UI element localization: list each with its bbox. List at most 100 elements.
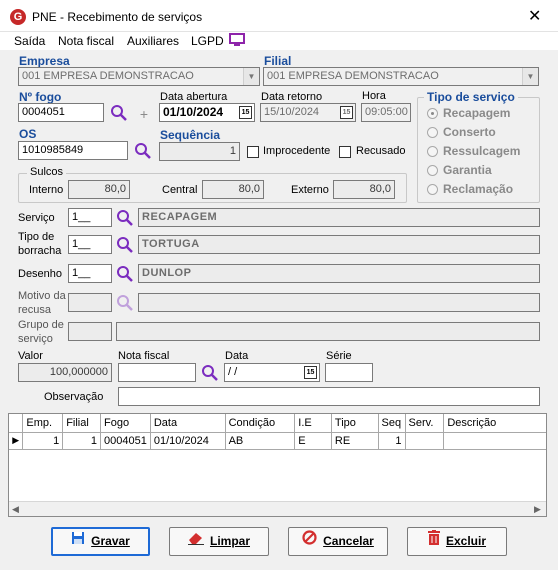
col-fogo[interactable]: Fogo: [100, 414, 151, 433]
close-icon[interactable]: ✕: [528, 6, 541, 26]
col-tipo[interactable]: Tipo: [331, 414, 379, 433]
radio-recapagem[interactable]: Recapagem: [427, 106, 537, 121]
radio-garantia[interactable]: Garantia: [427, 163, 537, 178]
desenho-code-input[interactable]: 1__: [68, 264, 112, 283]
search-icon[interactable]: [116, 209, 134, 227]
menu-bar: Saída Nota fiscal Auxiliares LGPD: [0, 32, 558, 50]
desenho-label: Desenho: [18, 268, 63, 280]
trash-icon: [427, 528, 440, 555]
col-data[interactable]: Data: [150, 414, 226, 433]
motivo-desc: [138, 293, 540, 312]
cell-condicao: AB: [225, 432, 296, 450]
excluir-button[interactable]: Excluir: [407, 527, 507, 556]
grupo-code-input: [68, 322, 112, 341]
scroll-left-icon[interactable]: ◀: [12, 504, 19, 515]
search-icon[interactable]: [201, 364, 219, 382]
hora-label: Hora: [362, 90, 386, 102]
gravar-label: Gravar: [91, 534, 130, 548]
cell-emp: 1: [22, 432, 64, 450]
sulco-interno-label: Interno: [29, 184, 64, 196]
col-condicao[interactable]: Condição: [225, 414, 296, 433]
radio-garantia-label: Garantia: [443, 163, 492, 177]
improcedente-checkbox[interactable]: [247, 146, 259, 158]
data-nf-label: Data: [225, 350, 249, 362]
search-icon[interactable]: [116, 265, 134, 283]
hora-input[interactable]: 09:05:00: [361, 103, 411, 122]
observacao-label: Observação: [44, 391, 104, 403]
col-filial[interactable]: Filial: [62, 414, 102, 433]
data-abertura-input[interactable]: 01/10/2024 15: [159, 103, 255, 122]
menu-auxiliares[interactable]: Auxiliares: [127, 34, 179, 48]
col-emp[interactable]: Emp.: [22, 414, 64, 433]
servico-desc: RECAPAGEM: [138, 208, 540, 227]
radio-ressulcagem[interactable]: Ressulcagem: [427, 144, 537, 159]
data-retorno-input[interactable]: 15/10/2024 15: [260, 103, 356, 122]
data-nf-value: / /: [228, 366, 238, 378]
col-seq[interactable]: Seq: [378, 414, 406, 433]
recusado-checkbox[interactable]: [339, 146, 351, 158]
menu-lgpd[interactable]: LGPD: [191, 34, 224, 48]
search-icon[interactable]: [116, 236, 134, 254]
title-bar: G PNE - Recebimento de serviços ✕: [0, 0, 558, 32]
chevron-down-icon[interactable]: ▼: [243, 68, 259, 85]
sulco-interno-input: 80,0: [68, 180, 130, 199]
radio-reclamacao[interactable]: Reclamação: [427, 182, 537, 197]
cancelar-button[interactable]: Cancelar: [288, 527, 388, 556]
radio-recapagem-label: Recapagem: [443, 106, 511, 120]
empresa-select[interactable]: 001 EMPRESA DEMONSTRACAO ▼: [18, 67, 260, 86]
chevron-down-icon[interactable]: ▼: [522, 68, 538, 85]
horizontal-scrollbar[interactable]: ◀ ▶: [9, 501, 546, 516]
filial-label: Filial: [264, 54, 292, 68]
serie-input[interactable]: [325, 363, 373, 382]
cancelar-label: Cancelar: [323, 534, 374, 548]
calendar-icon[interactable]: 15: [304, 366, 317, 379]
fogo-input[interactable]: 0004051: [18, 103, 104, 122]
scroll-right-icon[interactable]: ▶: [534, 504, 541, 515]
app-icon: G: [10, 9, 26, 25]
monitor-icon[interactable]: [229, 33, 245, 46]
valor-label: Valor: [18, 350, 43, 362]
desenho-desc: DUNLOP: [138, 264, 540, 283]
observacao-input[interactable]: [118, 387, 540, 406]
recusado-label: Recusado: [356, 145, 406, 157]
empresa-label: Empresa: [19, 54, 70, 68]
grupo-label-1: Grupo de: [18, 319, 64, 331]
sequencia-input: 1: [159, 142, 240, 161]
borracha-desc: TORTUGA: [138, 235, 540, 254]
search-icon[interactable]: [134, 142, 152, 160]
os-input[interactable]: 1010985849: [18, 141, 128, 160]
sulco-externo-label: Externo: [291, 184, 329, 196]
cell-serv: [405, 432, 445, 450]
cell-ie: E: [294, 432, 332, 450]
radio-icon: [427, 127, 438, 138]
limpar-button[interactable]: Limpar: [169, 527, 269, 556]
tipo-servico-label: Tipo de serviço: [424, 90, 518, 104]
grupo-label-2: serviço: [18, 333, 53, 345]
col-ie[interactable]: I.E: [294, 414, 332, 433]
data-retorno-label: Data retorno: [261, 91, 323, 103]
nota-fiscal-input[interactable]: [118, 363, 196, 382]
sulcos-label: Sulcos: [27, 166, 67, 178]
data-retorno-value: 15/10/2024: [264, 106, 320, 118]
add-icon[interactable]: +: [138, 107, 150, 121]
sulco-central-label: Central: [162, 184, 198, 196]
filial-select[interactable]: 001 EMPRESA DEMONSTRACAO ▼: [263, 67, 539, 86]
borracha-code-input[interactable]: 1__: [68, 235, 112, 254]
radio-icon: [427, 165, 438, 176]
data-nf-input[interactable]: / / 15: [224, 363, 320, 382]
radio-ressulcagem-label: Ressulcagem: [443, 144, 521, 158]
col-descricao[interactable]: Descrição: [443, 414, 546, 433]
window-title: PNE - Recebimento de serviços: [32, 10, 203, 24]
search-icon[interactable]: [110, 104, 128, 122]
calendar-icon[interactable]: 15: [340, 106, 353, 119]
col-serv[interactable]: Serv.: [405, 414, 445, 433]
gravar-button[interactable]: Gravar: [51, 527, 150, 556]
servico-code-input[interactable]: 1__: [68, 208, 112, 227]
menu-saida[interactable]: Saída: [14, 34, 45, 48]
calendar-icon[interactable]: 15: [239, 106, 252, 119]
cell-seq: 1: [378, 432, 406, 450]
radio-conserto[interactable]: Conserto: [427, 125, 537, 140]
menu-nota-fiscal[interactable]: Nota fiscal: [58, 34, 114, 48]
table-row[interactable]: ▶ 1 1 0004051 01/10/2024 AB E RE 1: [9, 432, 546, 450]
borracha-label-1: Tipo de: [18, 231, 55, 243]
